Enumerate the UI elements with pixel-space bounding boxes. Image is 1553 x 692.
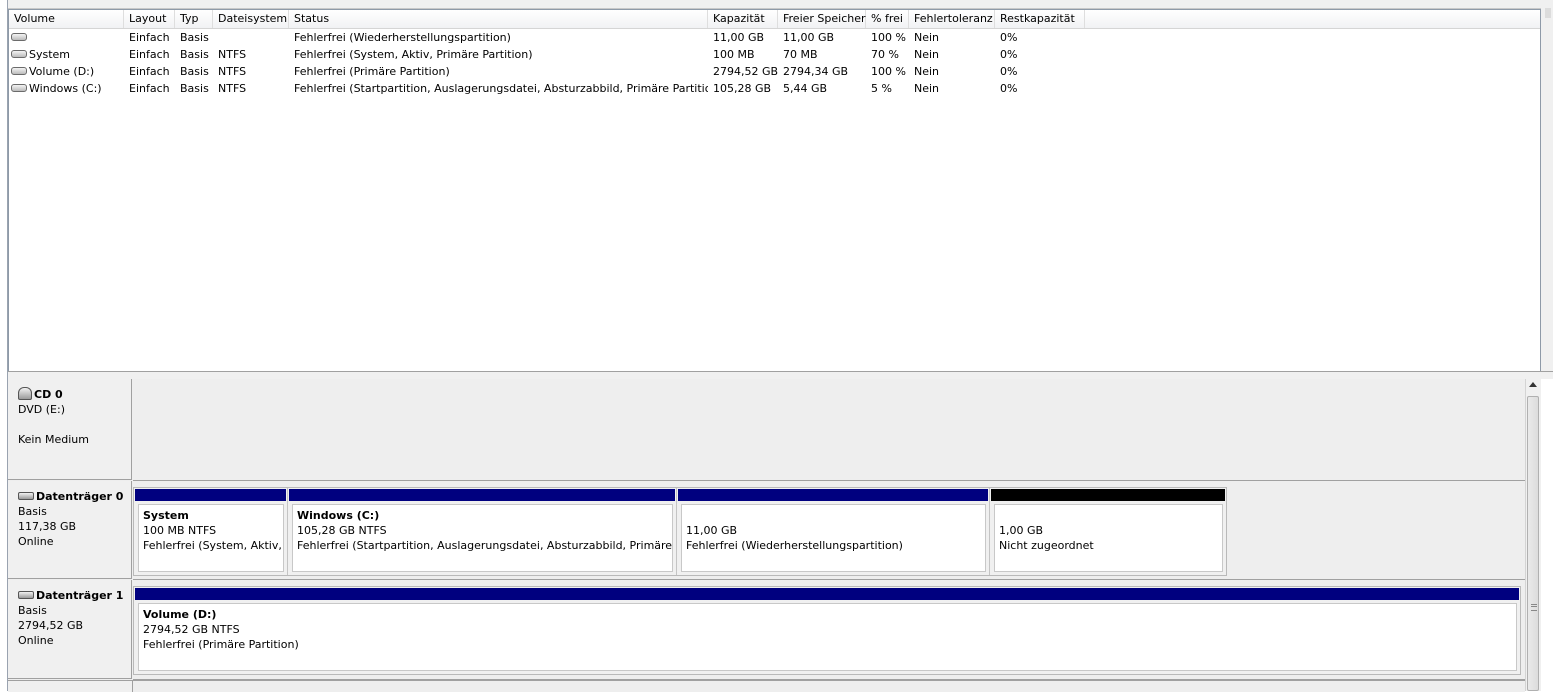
table-row[interactable]: Einfach Basis Fehlerfrei (Wiederherstell… xyxy=(9,29,1540,46)
table-row[interactable]: Windows (C:) Einfach Basis NTFS Fehlerfr… xyxy=(9,80,1540,97)
disk-area-next xyxy=(133,680,1525,692)
partition-system[interactable]: System 100 MB NTFS Fehlerfrei (System, A… xyxy=(134,488,288,575)
pane-splitter[interactable] xyxy=(8,371,1553,379)
table-row[interactable]: System Einfach Basis NTFS Fehlerfrei (Sy… xyxy=(9,46,1540,63)
volume-list-header: Volume Layout Typ Dateisystem Status Kap… xyxy=(9,10,1540,29)
scrollbar-thumb[interactable] xyxy=(1527,396,1539,691)
disk-label-disk1[interactable]: Datenträger 1 Basis 2794,52 GB Online xyxy=(8,580,132,679)
partition-strip: Volume (D:) 2794,52 GB NTFS Fehlerfrei (… xyxy=(133,586,1521,675)
disk-state: Online xyxy=(18,634,54,647)
disk-media-status: Kein Medium xyxy=(18,433,89,446)
disk-graphical-view: CD 0 DVD (E:) Kein Medium Datenträger 0 … xyxy=(8,379,1525,691)
partition-bar xyxy=(289,489,675,501)
window-top-edge xyxy=(0,0,1553,9)
col-header-prozent-frei[interactable]: % frei xyxy=(866,10,909,28)
col-header-status[interactable]: Status xyxy=(289,10,708,28)
table-row[interactable]: Volume (D:) Einfach Basis NTFS Fehlerfre… xyxy=(9,63,1540,80)
partition-bar xyxy=(678,489,988,501)
cd-drive-icon xyxy=(18,387,32,400)
grip-icon xyxy=(1531,604,1537,611)
disk-name: Datenträger 0 xyxy=(36,490,124,503)
disk-drive-letter: DVD (E:) xyxy=(18,403,66,416)
col-header-restkapazitaet[interactable]: Restkapazität xyxy=(995,10,1085,28)
col-header-layout[interactable]: Layout xyxy=(124,10,175,28)
disk-label-cd0[interactable]: CD 0 DVD (E:) Kein Medium xyxy=(8,379,132,480)
partition-bar xyxy=(991,489,1225,501)
col-header-fehlertoleranz[interactable]: Fehlertoleranz xyxy=(909,10,995,28)
disk-size: 2794,52 GB xyxy=(18,619,84,632)
disk-state: Online xyxy=(18,535,54,548)
partition-strip: System 100 MB NTFS Fehlerfrei (System, A… xyxy=(133,487,1227,576)
partition-bar xyxy=(135,489,286,501)
volume-list[interactable]: Volume Layout Typ Dateisystem Status Kap… xyxy=(8,9,1541,373)
disk-area-disk1: Volume (D:) 2794,52 GB NTFS Fehlerfrei (… xyxy=(133,580,1525,680)
disk-label-disk0[interactable]: Datenträger 0 Basis 117,38 GB Online xyxy=(8,481,132,579)
col-header-typ[interactable]: Typ xyxy=(175,10,213,28)
disk-size: 117,38 GB xyxy=(18,520,77,533)
scroll-up-arrow-icon[interactable] xyxy=(1529,382,1537,387)
drive-icon xyxy=(11,84,27,92)
partition-recovery[interactable]: 11,00 GB Fehlerfrei (Wiederherstellungsp… xyxy=(677,488,990,575)
disk-area-cd0[interactable] xyxy=(133,379,1525,481)
drive-icon xyxy=(11,67,27,75)
partition-unallocated[interactable]: 1,00 GB Nicht zugeordnet xyxy=(990,488,1226,575)
hard-disk-icon xyxy=(18,591,34,599)
disk-view-scrollbar[interactable] xyxy=(1525,379,1541,691)
drive-icon xyxy=(11,33,27,41)
col-header-volume[interactable]: Volume xyxy=(9,10,124,28)
partition-volume-d[interactable]: Volume (D:) 2794,52 GB NTFS Fehlerfrei (… xyxy=(134,587,1520,674)
col-header-freier-speicher[interactable]: Freier Speicher xyxy=(778,10,866,28)
hard-disk-icon xyxy=(18,492,34,500)
disk-label-next xyxy=(8,680,133,692)
col-header-dateisystem[interactable]: Dateisystem xyxy=(213,10,289,28)
disk-area-disk0: System 100 MB NTFS Fehlerfrei (System, A… xyxy=(133,481,1525,580)
disk-name: Datenträger 1 xyxy=(36,589,124,602)
left-pane-edge xyxy=(0,0,8,691)
disk-name: CD 0 xyxy=(34,388,63,401)
partition-bar xyxy=(135,588,1519,600)
drive-icon xyxy=(11,50,27,58)
partition-windows-c[interactable]: Windows (C:) 105,28 GB NTFS Fehlerfrei (… xyxy=(288,488,677,575)
disk-type: Basis xyxy=(18,505,47,518)
right-edge-strip xyxy=(1540,8,1553,371)
disk-type: Basis xyxy=(18,604,47,617)
col-header-kapazitaet[interactable]: Kapazität xyxy=(708,10,778,28)
